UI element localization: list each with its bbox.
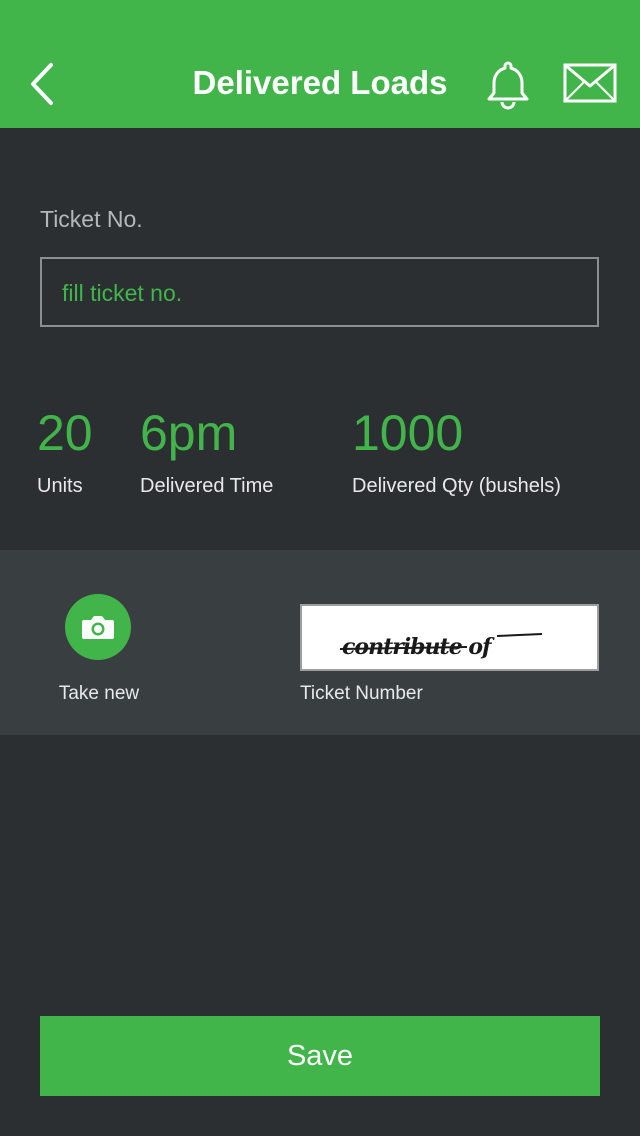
save-button[interactable]: Save [40,1016,600,1096]
stat-delivered-qty: 1000 Delivered Qty (bushels) [352,405,561,499]
chevron-left-icon [31,63,53,105]
delivered-qty-value: 1000 [352,405,464,461]
back-button[interactable] [22,58,62,110]
units-value: 20 [37,405,93,461]
ticket-handwriting-image: contribute of [339,633,543,660]
take-photo-button[interactable] [65,594,131,660]
take-new-label: Take new [58,683,140,704]
notifications-button[interactable] [484,58,532,110]
delivered-time-label: Delivered Time [140,475,274,497]
mail-icon [563,63,617,103]
ticket-number-placeholder: fill ticket no. [62,280,183,306]
ticket-image-label: Ticket Number [300,683,423,704]
stat-units: 20 Units [37,405,93,499]
delivered-time-value: 6pm [140,405,238,461]
ticket-number-input[interactable]: fill ticket no. [40,257,599,327]
delivered-qty-label: Delivered Qty (bushels) [352,475,561,497]
ticket-image-thumbnail[interactable]: contribute of [300,604,599,671]
camera-icon [82,616,114,639]
messages-button[interactable] [562,62,618,106]
units-label: Units [37,475,83,497]
app-header: Delivered Loads [0,0,640,128]
stat-delivered-time: 6pm Delivered Time [140,405,273,499]
ticket-number-label: Ticket No. [40,206,143,232]
bell-icon [487,61,529,110]
page-title: Delivered Loads [192,64,448,101]
